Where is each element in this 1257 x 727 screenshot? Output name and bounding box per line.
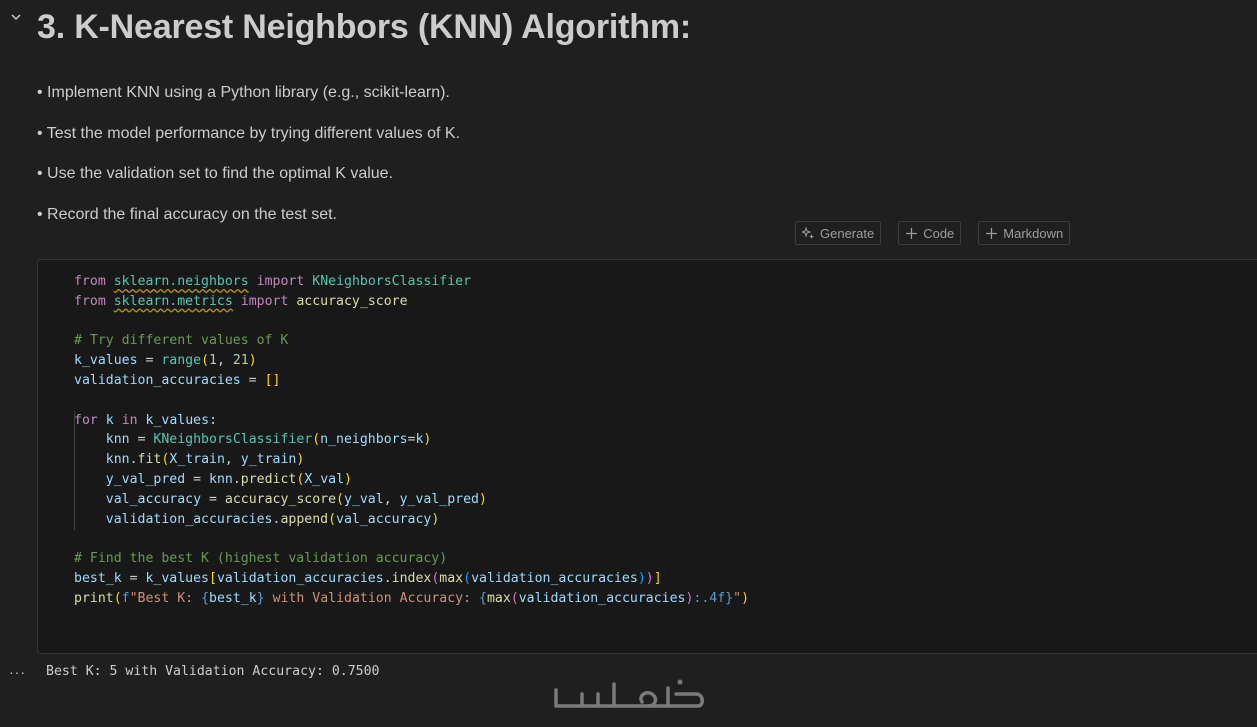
markdown-bullet-list: • Implement KNN using a Python library (… <box>37 82 460 244</box>
code-line: k_values = range(1, 21) <box>74 353 257 369</box>
add-markdown-cell-button[interactable]: Markdown <box>978 221 1071 245</box>
code-line: print(f"Best K: {best_k} with Validation… <box>74 590 750 606</box>
khamsat-logo <box>552 676 706 716</box>
plus-icon <box>905 227 918 240</box>
chevron-down-icon[interactable] <box>9 10 23 24</box>
add-code-cell-button[interactable]: Code <box>898 221 962 245</box>
bullet-item: • Test the model performance by trying d… <box>37 124 461 142</box>
code-line: best_k = k_values[validation_accuracies.… <box>74 570 662 586</box>
generate-button[interactable]: Generate <box>795 221 882 245</box>
code-line: # Find the best K (highest validation ac… <box>74 551 448 567</box>
output-more-actions[interactable]: ··· <box>9 664 26 680</box>
markdown-heading: 3. K-Nearest Neighbors (KNN) Algorithm: <box>37 8 691 46</box>
code-line: validation_accuracies.append(val_accurac… <box>105 511 440 527</box>
bullet-item: • Use the validation set to find the opt… <box>37 165 394 182</box>
code-line: from sklearn.neighbors import KNeighbors… <box>74 274 472 289</box>
generate-label: Generate <box>820 225 875 241</box>
markdown-label: Markdown <box>1003 225 1064 241</box>
cell-output: Best K: 5 with Validation Accuracy: 0.75… <box>46 664 380 679</box>
cell-insert-toolbar: Generate Code Markdown <box>795 221 1071 245</box>
code-label: Code <box>923 225 955 241</box>
sparkle-icon <box>802 226 815 240</box>
code-line: for k in k_values: <box>74 412 218 428</box>
code-line: knn = KNeighborsClassifier(n_neighbors=k… <box>105 432 432 448</box>
code-block[interactable]: from sklearn.neighbors import KNeighbors… <box>74 272 749 609</box>
code-line: val_accuracy = accuracy_score(y_val, y_v… <box>105 491 487 507</box>
code-line: knn.fit(X_train, y_train) <box>105 452 305 468</box>
plus-icon <box>985 227 998 240</box>
notebook-view: 3. K-Nearest Neighbors (KNN) Algorithm: … <box>0 0 1257 727</box>
code-line: from sklearn.metrics import accuracy_sco… <box>74 293 408 309</box>
code-line: # Try different values of K <box>74 333 289 349</box>
bullet-item: • Record the final accuracy on the test … <box>37 205 337 223</box>
bullet-item: • Implement KNN using a Python library (… <box>37 84 450 101</box>
code-line: y_val_pred = knn.predict(X_val) <box>105 471 352 487</box>
code-line: validation_accuracies = [] <box>74 372 281 388</box>
code-cell-editor[interactable]: from sklearn.neighbors import KNeighbors… <box>37 259 1257 654</box>
